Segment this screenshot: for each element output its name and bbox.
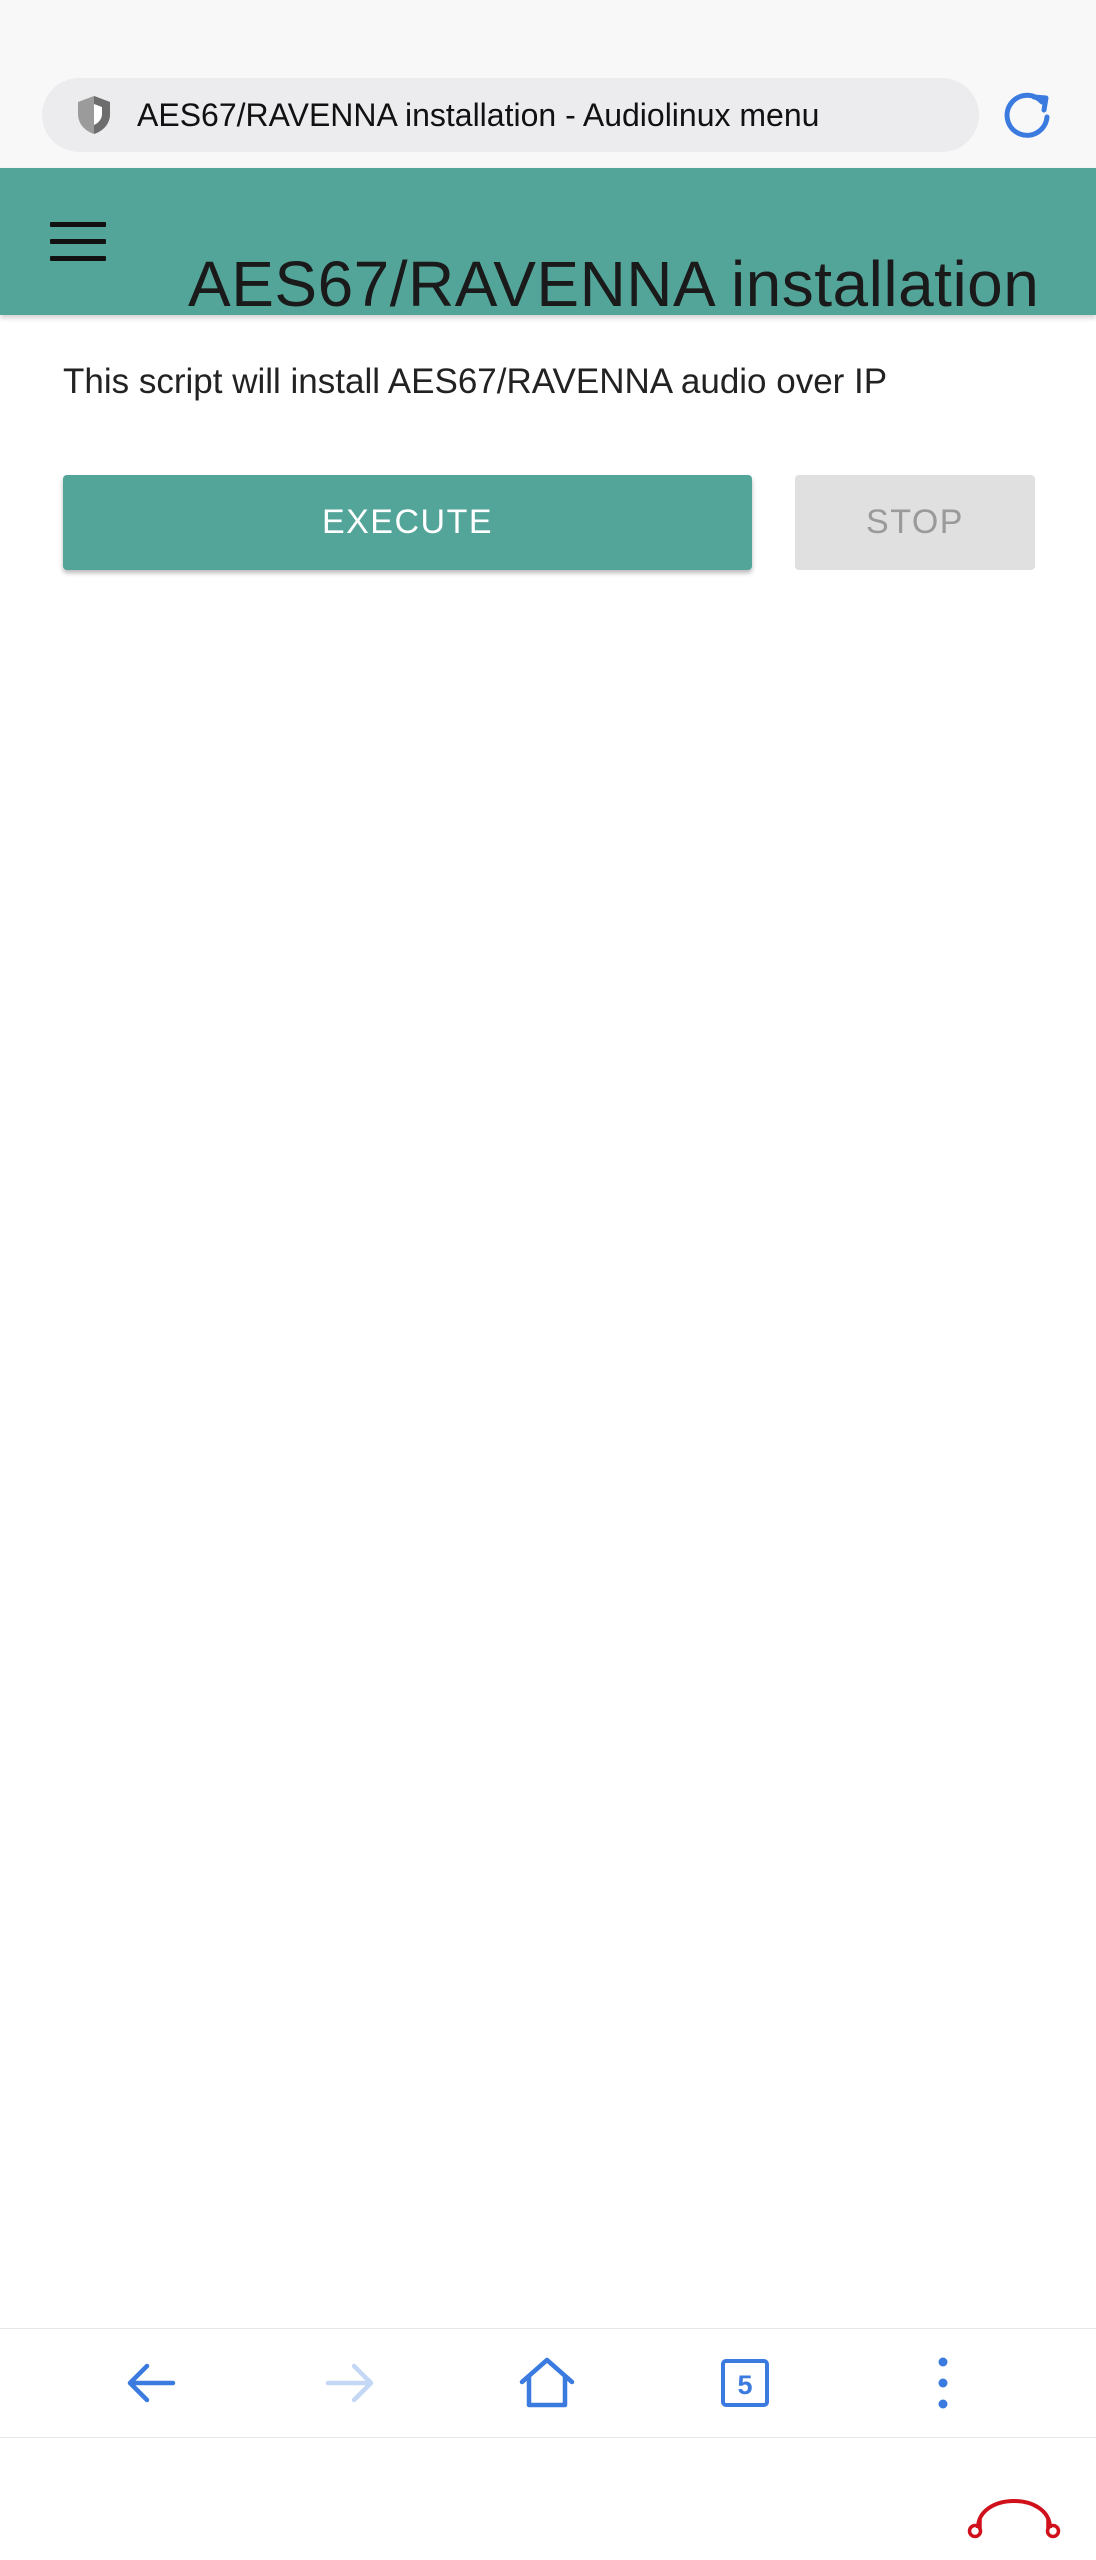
tab-count: 5 <box>737 2370 752 2400</box>
forward-button[interactable] <box>320 2353 380 2413</box>
more-vertical-icon <box>938 2357 948 2409</box>
home-button[interactable] <box>517 2353 577 2413</box>
page-title: AES67/RAVENNA installation <box>188 247 1040 320</box>
execute-button[interactable]: EXECUTE <box>63 475 752 570</box>
browser-toolbar: AES67/RAVENNA installation - Audiolinux … <box>0 0 1096 168</box>
headphones-logo-icon <box>967 2499 1061 2539</box>
script-description: This script will install AES67/RAVENNA a… <box>63 362 888 401</box>
tabs-icon: 5 <box>721 2359 769 2407</box>
reload-icon[interactable] <box>998 88 1056 146</box>
browser-bottom-nav: 5 <box>0 2328 1096 2438</box>
tabs-button[interactable]: 5 <box>715 2353 775 2413</box>
app-bar: AES67/RAVENNA installation <box>0 168 1096 320</box>
more-menu-button[interactable] <box>913 2353 973 2413</box>
stop-button[interactable]: STOP <box>795 475 1035 570</box>
arrow-left-icon <box>127 2363 176 2403</box>
hamburger-menu-icon[interactable] <box>50 220 106 262</box>
arrow-right-icon <box>325 2363 374 2403</box>
address-bar-text[interactable]: AES67/RAVENNA installation - Audiolinux … <box>137 78 819 152</box>
home-icon <box>519 2357 575 2408</box>
shield-icon[interactable] <box>72 93 116 137</box>
address-bar[interactable]: AES67/RAVENNA installation - Audiolinux … <box>42 78 979 152</box>
back-button[interactable] <box>121 2353 181 2413</box>
